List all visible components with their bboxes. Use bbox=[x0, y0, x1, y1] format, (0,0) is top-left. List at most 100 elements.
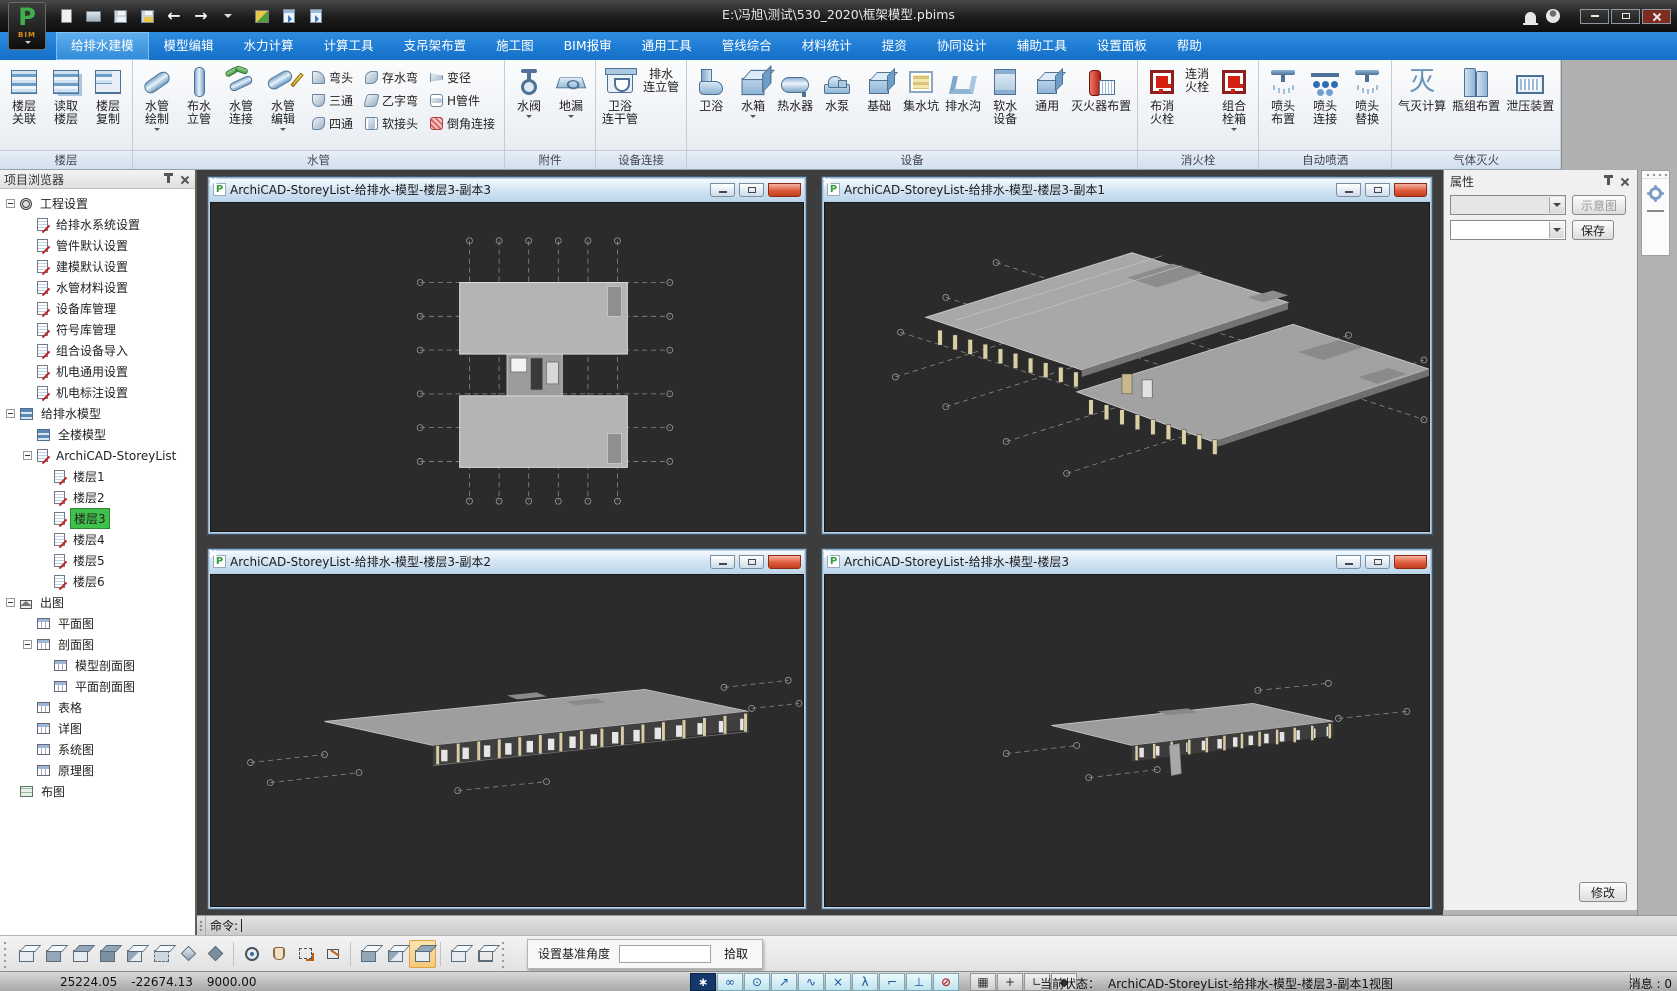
ribbon-button[interactable]: 水管 连接 bbox=[220, 62, 262, 150]
tree-item[interactable]: 符号库管理 bbox=[0, 319, 195, 340]
zoom-window-button[interactable] bbox=[292, 940, 319, 968]
viewport-canvas[interactable] bbox=[825, 203, 1429, 531]
osnap-tangent-icon[interactable]: ↗ bbox=[771, 973, 797, 991]
tree-item[interactable]: 剖面图 bbox=[0, 634, 195, 655]
collapse-toggle-icon[interactable] bbox=[23, 640, 32, 649]
view-diamond-left-button[interactable] bbox=[175, 940, 202, 968]
app-logo-button[interactable] bbox=[8, 2, 46, 50]
shade-hidden-line-button[interactable] bbox=[382, 940, 409, 968]
forward-icon[interactable]: → bbox=[191, 6, 211, 26]
viewport[interactable] bbox=[824, 202, 1430, 532]
ribbon-small-button[interactable]: 三通 bbox=[312, 92, 353, 109]
close-button[interactable] bbox=[1642, 9, 1671, 24]
ribbon-small-button[interactable]: 四通 bbox=[312, 115, 353, 132]
save-button[interactable]: 保存 bbox=[1572, 220, 1614, 240]
osnap-angle-icon[interactable]: λ bbox=[852, 973, 878, 991]
tree-item[interactable]: 楼层2 bbox=[0, 487, 195, 508]
ribbon-tab[interactable]: 提资 bbox=[867, 32, 922, 60]
collapse-toggle-icon[interactable] bbox=[6, 598, 15, 607]
tree-item[interactable]: 楼层5 bbox=[0, 550, 195, 571]
tree-item[interactable]: 建模默认设置 bbox=[0, 256, 195, 277]
tree-item[interactable]: 出图 bbox=[0, 592, 195, 613]
ribbon-tab[interactable]: 计算工具 bbox=[309, 32, 389, 60]
window-minimize-button[interactable] bbox=[710, 183, 735, 197]
ribbon-button[interactable]: 布水 立管 bbox=[178, 62, 220, 150]
view-iso-se-button[interactable] bbox=[40, 940, 67, 968]
ribbon-button[interactable]: 水阀 bbox=[508, 62, 550, 150]
tree-item[interactable]: 组合设备导入 bbox=[0, 340, 195, 361]
window-maximize-button[interactable] bbox=[739, 555, 764, 569]
osnap-link-icon[interactable]: ∞ bbox=[717, 973, 743, 991]
new-file-icon[interactable] bbox=[56, 6, 76, 26]
plot-export-icon[interactable] bbox=[252, 6, 272, 26]
minimize-button[interactable] bbox=[1580, 9, 1609, 24]
drag-grip-icon[interactable] bbox=[500, 939, 508, 969]
command-bar[interactable]: 命令: bbox=[197, 915, 1677, 935]
open-file-icon[interactable] bbox=[83, 6, 103, 26]
ribbon-button[interactable]: 喷头 替换 bbox=[1346, 62, 1388, 150]
shade-wireframe-button[interactable] bbox=[355, 940, 382, 968]
drag-grip-icon[interactable] bbox=[2, 939, 10, 969]
close-panel-icon[interactable] bbox=[180, 175, 189, 184]
tree-item[interactable]: 详图 bbox=[0, 718, 195, 739]
ribbon-button[interactable]: 喷头 布置 bbox=[1262, 62, 1304, 150]
ribbon-small-button[interactable]: H管件 bbox=[430, 92, 495, 109]
collapse-toggle-icon[interactable] bbox=[6, 409, 15, 418]
ribbon-button[interactable]: 喷头 连接 bbox=[1304, 62, 1346, 150]
property-value-dropdown[interactable] bbox=[1450, 220, 1566, 240]
tree-item[interactable]: 原理图 bbox=[0, 760, 195, 781]
maximize-button[interactable] bbox=[1611, 9, 1640, 24]
view-iso-sw-button[interactable] bbox=[13, 940, 40, 968]
osnap-off-icon[interactable]: ⊘ bbox=[933, 973, 959, 991]
pick-button[interactable]: 拾取 bbox=[720, 945, 752, 962]
save-as-icon[interactable] bbox=[137, 6, 157, 26]
tree-item[interactable]: 楼层1 bbox=[0, 466, 195, 487]
view-iso-ne-button[interactable] bbox=[67, 940, 94, 968]
view-iso-nw-button[interactable] bbox=[94, 940, 121, 968]
pin-icon[interactable] bbox=[1607, 178, 1610, 185]
orbit-view-button[interactable] bbox=[238, 940, 265, 968]
ribbon-button[interactable]: 通用 bbox=[1026, 62, 1068, 150]
tree-item[interactable]: 机电通用设置 bbox=[0, 361, 195, 382]
ribbon-button[interactable]: 软水 设备 bbox=[984, 62, 1026, 150]
collapse-toggle-icon[interactable] bbox=[6, 199, 15, 208]
viewport[interactable] bbox=[824, 574, 1430, 907]
window-close-button[interactable] bbox=[768, 555, 801, 569]
osnap-perpendicular-icon[interactable]: ⊥ bbox=[906, 973, 932, 991]
shade-realistic-button[interactable] bbox=[445, 940, 472, 968]
tree-item[interactable]: 设备库管理 bbox=[0, 298, 195, 319]
window-close-button[interactable] bbox=[1394, 555, 1427, 569]
property-type-dropdown[interactable] bbox=[1450, 195, 1566, 215]
osnap-corner-icon[interactable]: ⌐ bbox=[879, 973, 905, 991]
window-title-bar[interactable]: ArchiCAD-StoreyList-给排水-模型-楼层3-副本2 bbox=[210, 551, 804, 572]
ribbon-tab[interactable]: 辅助工具 bbox=[1002, 32, 1082, 60]
grid-toggle-icon[interactable]: ▦ bbox=[970, 973, 996, 991]
modify-button[interactable]: 修改 bbox=[1579, 882, 1627, 902]
viewport[interactable] bbox=[210, 574, 804, 907]
ribbon-button[interactable]: 组合 栓箱 bbox=[1213, 62, 1255, 150]
ribbon-tab[interactable]: 模型编辑 bbox=[149, 32, 229, 60]
viewport-canvas[interactable] bbox=[211, 203, 803, 531]
drag-grip-icon[interactable] bbox=[197, 916, 206, 935]
tree-item[interactable]: 水管材料设置 bbox=[0, 277, 195, 298]
shade-xray-button[interactable] bbox=[472, 940, 499, 968]
ribbon-tab[interactable]: 帮助 bbox=[1162, 32, 1217, 60]
ribbon-button[interactable]: 水泵 bbox=[816, 62, 858, 150]
pin-icon[interactable] bbox=[167, 176, 170, 183]
ribbon-tab[interactable]: 给排水建模 bbox=[56, 32, 149, 60]
tree-item[interactable]: 管件默认设置 bbox=[0, 235, 195, 256]
ribbon-button[interactable]: 瓶组布置 bbox=[1449, 62, 1503, 150]
ribbon-button[interactable]: 气灭计算 bbox=[1395, 62, 1449, 150]
ribbon-button[interactable]: 集水坑 bbox=[900, 62, 942, 150]
ribbon-tab[interactable]: 通用工具 bbox=[627, 32, 707, 60]
viewport-canvas[interactable] bbox=[211, 575, 803, 906]
window-title-bar[interactable]: ArchiCAD-StoreyList-给排水-模型-楼层3 bbox=[824, 551, 1430, 572]
ribbon-small-button[interactable]: 存水弯 bbox=[365, 69, 418, 86]
ribbon-button[interactable]: 布消 火栓 bbox=[1141, 62, 1183, 150]
tree-item[interactable]: 系统图 bbox=[0, 739, 195, 760]
window-maximize-button[interactable] bbox=[739, 183, 764, 197]
ribbon-tab[interactable]: 协同设计 bbox=[922, 32, 1002, 60]
viewport-canvas[interactable] bbox=[825, 575, 1429, 906]
message-counter[interactable]: 消息 : 0 bbox=[1629, 975, 1672, 991]
more-icon[interactable] bbox=[218, 6, 238, 26]
